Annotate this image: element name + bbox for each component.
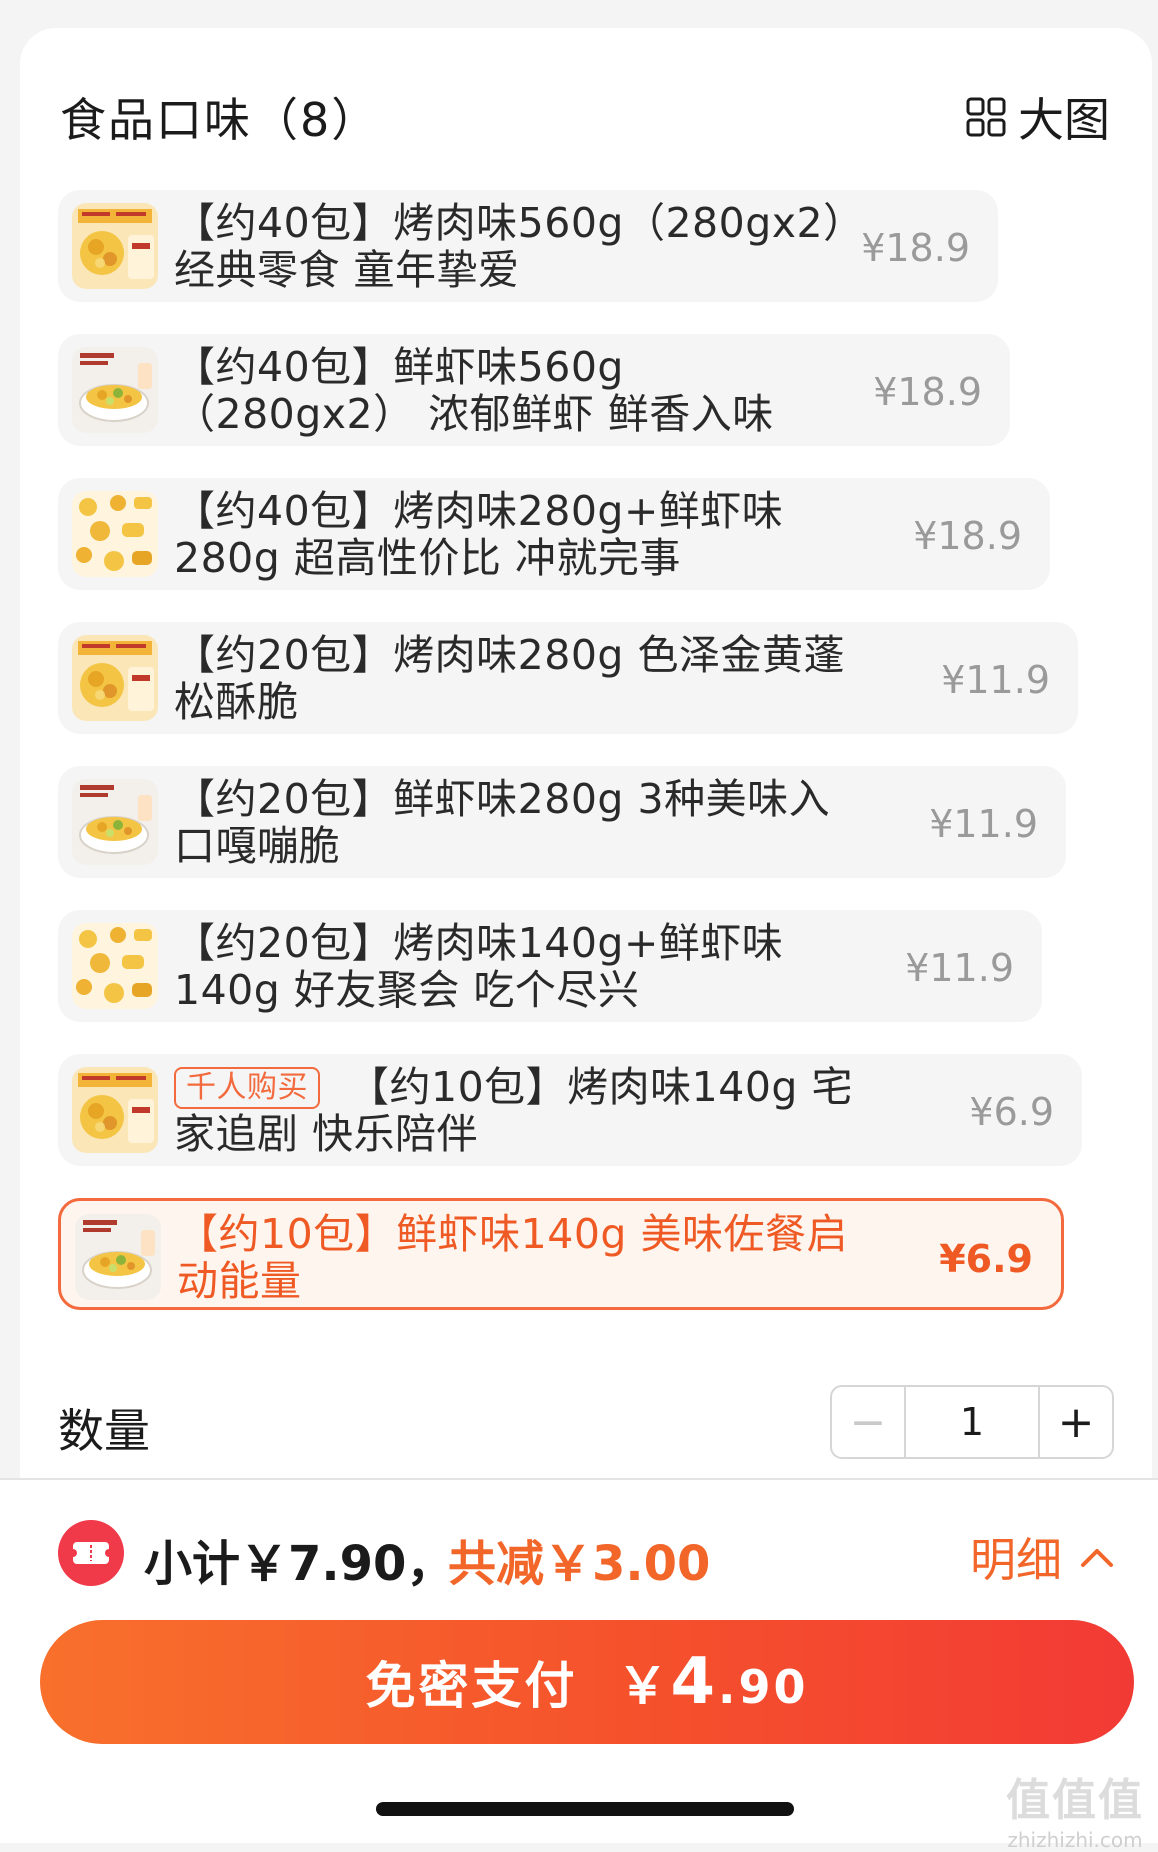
option-price: ¥6.9 bbox=[939, 1237, 1033, 1281]
snacks-thumbnail bbox=[72, 491, 158, 577]
quantity-row: 数量 − 1 + bbox=[58, 1385, 1114, 1465]
option-label: 【约20包】烤肉味280g 色泽金黄蓬松酥脆 bbox=[174, 632, 854, 726]
bowl-thumbnail bbox=[75, 1214, 161, 1300]
pay-decimal: .90 bbox=[718, 1660, 809, 1714]
option-text: 【约40包】烤肉味280g+鲜虾味280g 超高性价比 冲就完事 bbox=[174, 487, 784, 582]
option-label: 【约40包】鲜虾味560g（280gx2） 浓郁鲜虾 鲜香入味 bbox=[174, 344, 854, 438]
package-thumbnail bbox=[72, 1067, 158, 1153]
watermark-logo: 值值值 bbox=[1006, 1775, 1144, 1826]
option-label: 【约10包】鲜虾味140g 美味佐餐启动能量 bbox=[177, 1211, 857, 1305]
option-price: ¥6.9 bbox=[969, 1090, 1054, 1134]
option-price: ¥18.9 bbox=[861, 226, 970, 270]
pay-currency: ￥ bbox=[617, 1657, 671, 1715]
flavor-title: 食品口味（8） bbox=[60, 93, 380, 147]
option-price: ¥11.9 bbox=[905, 946, 1014, 990]
option-price: ¥18.9 bbox=[873, 370, 982, 414]
flavor-option[interactable]: 【约40包】烤肉味280g+鲜虾味280g 超高性价比 冲就完事 ¥18.9 bbox=[58, 478, 1050, 590]
option-text: 【约40包】烤肉味560g（280gx2）经典零食 童年挚爱 bbox=[174, 199, 845, 294]
snacks-thumbnail bbox=[72, 923, 158, 1009]
coupon-icon bbox=[58, 1520, 124, 1586]
flavor-option[interactable]: 【约10包】鲜虾味140g 美味佐餐启动能量 ¥6.9 bbox=[58, 1198, 1064, 1310]
detail-label: 明细 bbox=[970, 1533, 1062, 1587]
bowl-thumbnail bbox=[72, 347, 158, 433]
popular-badge: 千人购买 bbox=[174, 1067, 320, 1109]
flavor-option[interactable]: 【约20包】鲜虾味280g 3种美味入口嘎嘣脆 ¥11.9 bbox=[58, 766, 1066, 878]
pay-integer: 4 bbox=[670, 1645, 719, 1719]
quantity-stepper[interactable]: − 1 + bbox=[830, 1385, 1114, 1459]
watermark-url: zhizhizhi.com bbox=[1007, 1828, 1143, 1852]
quantity-value[interactable]: 1 bbox=[906, 1387, 1038, 1457]
pay-amount: ￥4.90 bbox=[617, 1645, 808, 1719]
quantity-label: 数量 bbox=[58, 1404, 150, 1458]
summary-row: 小计￥7.90， 共减￥3.00 明细 bbox=[56, 1510, 1114, 1592]
option-label: 【约20包】鲜虾味280g 3种美味入口嘎嘣脆 bbox=[174, 776, 854, 870]
option-label: 【约40包】烤肉味560g（280gx2）经典零食 童年挚爱 bbox=[174, 200, 854, 294]
bowl-thumbnail bbox=[72, 779, 158, 865]
watermark: 值值值 zhizhizhi.com bbox=[1006, 1764, 1144, 1852]
option-label: 【约20包】烤肉味140g+鲜虾味140g 好友聚会 吃个尽兴 bbox=[174, 920, 854, 1014]
option-text: 【约20包】鲜虾味280g 3种美味入口嘎嘣脆 bbox=[174, 775, 831, 870]
flavor-option[interactable]: 千人购买 【约10包】烤肉味140g 宅家追剧 快乐陪伴 ¥6.9 bbox=[58, 1054, 1082, 1166]
option-text: 【约20包】烤肉味140g+鲜虾味140g 好友聚会 吃个尽兴 bbox=[174, 919, 784, 1014]
flavor-option[interactable]: 【约40包】鲜虾味560g（280gx2） 浓郁鲜虾 鲜香入味 ¥18.9 bbox=[58, 334, 1010, 446]
flavor-option[interactable]: 【约20包】烤肉味280g 色泽金黄蓬松酥脆 ¥11.9 bbox=[58, 622, 1078, 734]
option-label: 千人购买 【约10包】烤肉味140g 宅家追剧 快乐陪伴 bbox=[174, 1064, 854, 1158]
grid-icon bbox=[966, 97, 1006, 137]
big-view-label: 大图 bbox=[1018, 93, 1110, 147]
option-label: 【约40包】烤肉味280g+鲜虾味280g 超高性价比 冲就完事 bbox=[174, 488, 854, 582]
option-price: ¥11.9 bbox=[941, 658, 1050, 702]
big-view-toggle[interactable]: 大图 bbox=[966, 84, 1110, 150]
spec-header: 食品口味（8） 大图 bbox=[60, 78, 1110, 148]
pay-label: 免密支付 bbox=[365, 1657, 578, 1715]
increase-button[interactable]: + bbox=[1038, 1387, 1112, 1457]
detail-button[interactable]: 明细 bbox=[970, 1524, 1114, 1590]
home-indicator[interactable] bbox=[376, 1802, 794, 1816]
option-price: ¥11.9 bbox=[929, 802, 1038, 846]
checkout-footer: 小计￥7.90， 共减￥3.00 明细 免密支付 ￥4.90 值值值 zhizh… bbox=[0, 1480, 1158, 1852]
decrease-button[interactable]: − bbox=[832, 1387, 906, 1457]
chevron-up-icon bbox=[1081, 1549, 1113, 1567]
pay-button[interactable]: 免密支付 ￥4.90 bbox=[40, 1620, 1134, 1744]
flavor-option[interactable]: 【约20包】烤肉味140g+鲜虾味140g 好友聚会 吃个尽兴 ¥11.9 bbox=[58, 910, 1042, 1022]
option-text: 【约10包】鲜虾味140g 美味佐餐启动能量 bbox=[177, 1210, 848, 1305]
package-thumbnail bbox=[72, 203, 158, 289]
discount-text: 共减￥3.00 bbox=[448, 1536, 711, 1592]
option-price: ¥18.9 bbox=[913, 514, 1022, 558]
option-text: 【约40包】鲜虾味560g（280gx2） 浓郁鲜虾 鲜香入味 bbox=[174, 343, 774, 438]
option-text: 【约20包】烤肉味280g 色泽金黄蓬松酥脆 bbox=[174, 631, 845, 726]
flavor-option[interactable]: 【约40包】烤肉味560g（280gx2）经典零食 童年挚爱 ¥18.9 bbox=[58, 190, 998, 302]
package-thumbnail bbox=[72, 635, 158, 721]
subtotal-text: 小计￥7.90， bbox=[144, 1536, 455, 1592]
